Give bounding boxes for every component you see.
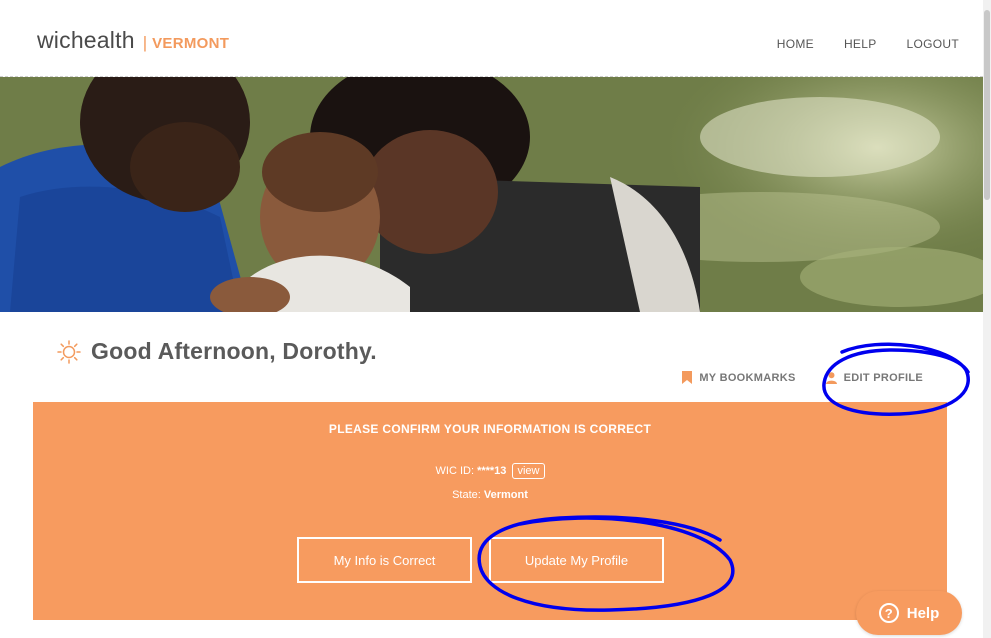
state-row: State: Vermont [33, 489, 947, 501]
wic-id-label: WIC ID: [435, 465, 475, 477]
person-icon [825, 371, 837, 384]
my-bookmarks-link[interactable]: MY BOOKMARKS [682, 371, 795, 384]
logo-text: wichealth [37, 27, 135, 53]
main-nav: HOME HELP LOGOUT [777, 37, 959, 51]
nav-home[interactable]: HOME [777, 37, 814, 51]
edit-profile-label: EDIT PROFILE [843, 371, 923, 384]
site-header: wichealth | VERMONT HOME HELP LOGOUT [0, 0, 983, 77]
update-profile-button[interactable]: Update My Profile [489, 537, 664, 583]
logo-separator: | [142, 33, 148, 52]
nav-help[interactable]: HELP [844, 37, 877, 51]
scrollbar-thumb[interactable] [984, 10, 990, 200]
quick-links: MY BOOKMARKS EDIT PROFILE [682, 371, 923, 384]
wichealth-logo[interactable]: wichealth | VERMONT [37, 27, 229, 54]
wic-id-value: ****13 [477, 465, 507, 477]
panel-title: PLEASE CONFIRM YOUR INFORMATION IS CORRE… [328, 422, 652, 436]
sun-icon [57, 339, 81, 364]
my-info-correct-button[interactable]: My Info is Correct [297, 537, 472, 583]
hero-image [0, 77, 983, 312]
greeting-text: Good Afternoon, Dorothy. [91, 338, 377, 364]
family-photo-hero-image [0, 77, 983, 312]
state-row-label: State: [452, 489, 481, 501]
vertical-scrollbar[interactable] [983, 0, 991, 638]
greeting: Good Afternoon, Dorothy. [57, 338, 377, 365]
question-icon: ? [878, 603, 899, 623]
page: wichealth | VERMONT HOME HELP LOGOUT Goo… [0, 0, 983, 638]
my-bookmarks-label: MY BOOKMARKS [699, 371, 796, 384]
confirm-info-panel: PLEASE CONFIRM YOUR INFORMATION IS CORRE… [33, 402, 947, 620]
bookmark-icon [682, 371, 693, 384]
edit-profile-link[interactable]: EDIT PROFILE [825, 371, 923, 384]
help-widget-label: Help [906, 604, 940, 622]
view-wic-id-button[interactable]: view [512, 463, 545, 479]
nav-logout[interactable]: LOGOUT [907, 37, 959, 51]
state-label: VERMONT [152, 35, 230, 52]
help-widget-button[interactable]: ? Help [856, 591, 962, 635]
wic-id-row: WIC ID: ****13 view [33, 463, 947, 479]
state-row-value: Vermont [483, 489, 528, 501]
